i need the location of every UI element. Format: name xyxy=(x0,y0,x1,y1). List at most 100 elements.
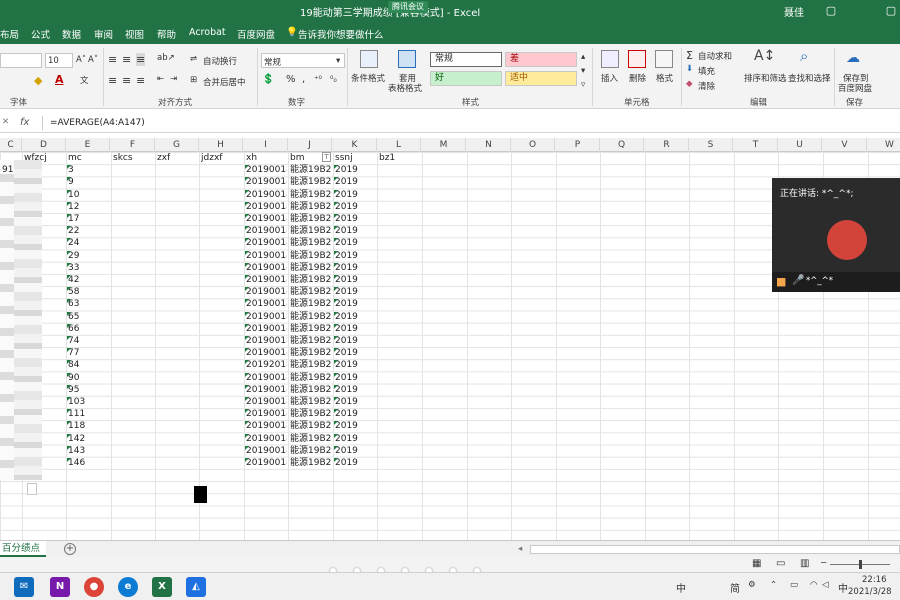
column-header-h[interactable]: H xyxy=(199,138,243,152)
add-sheet-icon[interactable]: + xyxy=(64,543,76,555)
column-header-c[interactable]: C xyxy=(0,138,22,152)
style-good[interactable]: 好 xyxy=(430,71,502,86)
style-bad[interactable]: 差 xyxy=(505,52,577,67)
cell-xh[interactable]: 20190018( xyxy=(246,420,287,432)
merge-center-button[interactable]: 合并后居中 xyxy=(203,76,246,88)
comma-button[interactable]: , xyxy=(302,74,305,85)
cell-xh[interactable]: 20190018( xyxy=(246,384,287,396)
number-format-select[interactable]: 常规 ▾ xyxy=(261,53,345,68)
cell-bm[interactable]: 能源19B2 xyxy=(290,201,331,213)
column-header-m[interactable]: M xyxy=(422,138,466,152)
cell-bm[interactable]: 能源19B2 xyxy=(290,225,331,237)
cell-xh[interactable]: 20190018( xyxy=(246,445,287,457)
autosum-button[interactable]: 自动求和 xyxy=(698,50,732,62)
cell-xh[interactable]: 20190018( xyxy=(246,250,287,262)
cell-ssnj[interactable]: 2019 xyxy=(335,213,376,225)
cell-xh[interactable]: 20190018( xyxy=(246,311,287,323)
tencent-meeting-icon[interactable]: ◭ xyxy=(186,577,206,597)
fill-button[interactable]: 填充 xyxy=(698,65,715,77)
clock-date[interactable]: 2021/3/28 xyxy=(848,587,892,597)
cell-ssnj[interactable]: 2019 xyxy=(335,384,376,396)
column-header-e[interactable]: E xyxy=(66,138,110,152)
restore-icon[interactable]: ▢ xyxy=(820,2,842,20)
cell-xh[interactable]: 20190018( xyxy=(246,286,287,298)
tab-layout[interactable]: 布局 xyxy=(0,27,19,41)
column-header-n[interactable]: N xyxy=(467,138,511,152)
cell-ssnj[interactable]: 2019 xyxy=(335,359,376,371)
user-name[interactable]: 聂佳 xyxy=(784,4,804,19)
column-header-k[interactable]: K xyxy=(333,138,377,152)
column-header-u[interactable]: U xyxy=(778,138,822,152)
table-format-label-2[interactable]: 表格格式 xyxy=(388,82,422,94)
tab-acrobat[interactable]: Acrobat xyxy=(189,27,226,38)
cell-bm[interactable]: 能源19B2 xyxy=(290,396,331,408)
tab-help[interactable]: 帮助 xyxy=(157,27,176,41)
column-header-s[interactable]: S xyxy=(689,138,733,152)
meeting-panel[interactable]: 正在讲话: *^_^*; ■ 🎤 *^_^* xyxy=(772,178,900,292)
clock-time[interactable]: 22:16 xyxy=(862,575,887,585)
page-layout-icon[interactable]: ▭ xyxy=(776,558,785,569)
cell-ssnj[interactable]: 2019 xyxy=(335,323,376,335)
style-scroll-down-icon[interactable]: ▾ xyxy=(581,66,585,76)
cell-xh[interactable]: 20190018( xyxy=(246,433,287,445)
cell-ssnj[interactable]: 2019 xyxy=(335,225,376,237)
wifi-icon[interactable]: ◠ xyxy=(810,580,817,590)
style-scroll-up-icon[interactable]: ▴ xyxy=(581,52,585,62)
cell-bm[interactable]: 能源19B2 xyxy=(290,274,331,286)
cell-ssnj[interactable]: 2019 xyxy=(335,311,376,323)
cell-ssnj[interactable]: 2019 xyxy=(335,286,376,298)
cell-bm[interactable]: 能源19B2 xyxy=(290,408,331,420)
align-top-icon[interactable]: ≡ xyxy=(108,53,117,66)
wrap-text-button[interactable]: 自动换行 xyxy=(203,55,237,67)
cell-mc[interactable]: 66 xyxy=(68,323,109,335)
cell-xh[interactable]: 20190018( xyxy=(246,335,287,347)
cell-bm[interactable]: 能源19B2 xyxy=(290,457,331,469)
cell-xh[interactable]: 20190018( xyxy=(246,274,287,286)
zoom-slider-thumb[interactable] xyxy=(859,560,862,569)
decrease-decimal-icon[interactable]: ⁰₀ xyxy=(330,75,337,85)
scroll-left-icon[interactable]: ◂ xyxy=(518,544,522,554)
cell-xh[interactable]: 20190018( xyxy=(246,225,287,237)
mail-icon[interactable]: ✉ xyxy=(14,577,34,597)
partial-cell[interactable]: 91 xyxy=(2,164,22,176)
window-icon[interactable]: ▢ xyxy=(880,2,900,20)
cell-mc[interactable]: 143 xyxy=(68,445,109,457)
orientation-icon[interactable]: ab↗ xyxy=(157,53,175,63)
cell-mc[interactable]: 42 xyxy=(68,274,109,286)
cell-bm[interactable]: 能源19B2 xyxy=(290,286,331,298)
cell-bm[interactable]: 能源19B2 xyxy=(290,311,331,323)
cell-ssnj[interactable]: 2019 xyxy=(335,445,376,457)
column-header-g[interactable]: G xyxy=(155,138,199,152)
column-header-i[interactable]: I xyxy=(244,138,288,152)
grow-font-icon[interactable]: A˄ xyxy=(76,55,86,65)
battery-icon[interactable]: ▭ xyxy=(790,580,798,590)
cell-mc[interactable]: 12 xyxy=(68,201,109,213)
align-right-icon[interactable]: ≡ xyxy=(136,74,145,87)
header-cell-wfzcj[interactable]: wfzcj xyxy=(24,152,65,164)
column-header-j[interactable]: J xyxy=(288,138,332,152)
cell-bm[interactable]: 能源19B2 xyxy=(290,372,331,384)
tab-review[interactable]: 审阅 xyxy=(94,27,113,41)
sort-filter-button[interactable]: 排序和筛选 xyxy=(744,72,787,84)
cell-bm[interactable]: 能源19B2 xyxy=(290,164,331,176)
horizontal-scrollbar[interactable] xyxy=(530,545,900,554)
cell-ssnj[interactable]: 2019 xyxy=(335,433,376,445)
edge-icon[interactable]: e xyxy=(118,577,138,597)
cell-ssnj[interactable]: 2019 xyxy=(335,408,376,420)
cell-bm[interactable]: 能源19B2 xyxy=(290,298,331,310)
header-cell-bz1[interactable]: bz1 xyxy=(379,152,420,164)
cell-mc[interactable]: 84 xyxy=(68,359,109,371)
cell-mc[interactable]: 103 xyxy=(68,396,109,408)
column-header-r[interactable]: R xyxy=(645,138,689,152)
style-normal[interactable]: 常规 xyxy=(430,52,502,67)
cell-ssnj[interactable]: 2019 xyxy=(335,457,376,469)
cell-bm[interactable]: 能源19B2 xyxy=(290,262,331,274)
cell-bm[interactable]: 能源19B2 xyxy=(290,335,331,347)
header-cell-zxf[interactable]: zxf xyxy=(157,152,198,164)
cell-xh[interactable]: 20190018( xyxy=(246,164,287,176)
network-icon[interactable]: ⌃ xyxy=(770,580,777,590)
cell-mc[interactable]: 74 xyxy=(68,335,109,347)
style-neutral[interactable]: 适中 xyxy=(505,71,577,86)
align-left-icon[interactable]: ≡ xyxy=(108,74,117,87)
column-header-w[interactable]: W xyxy=(868,138,900,152)
